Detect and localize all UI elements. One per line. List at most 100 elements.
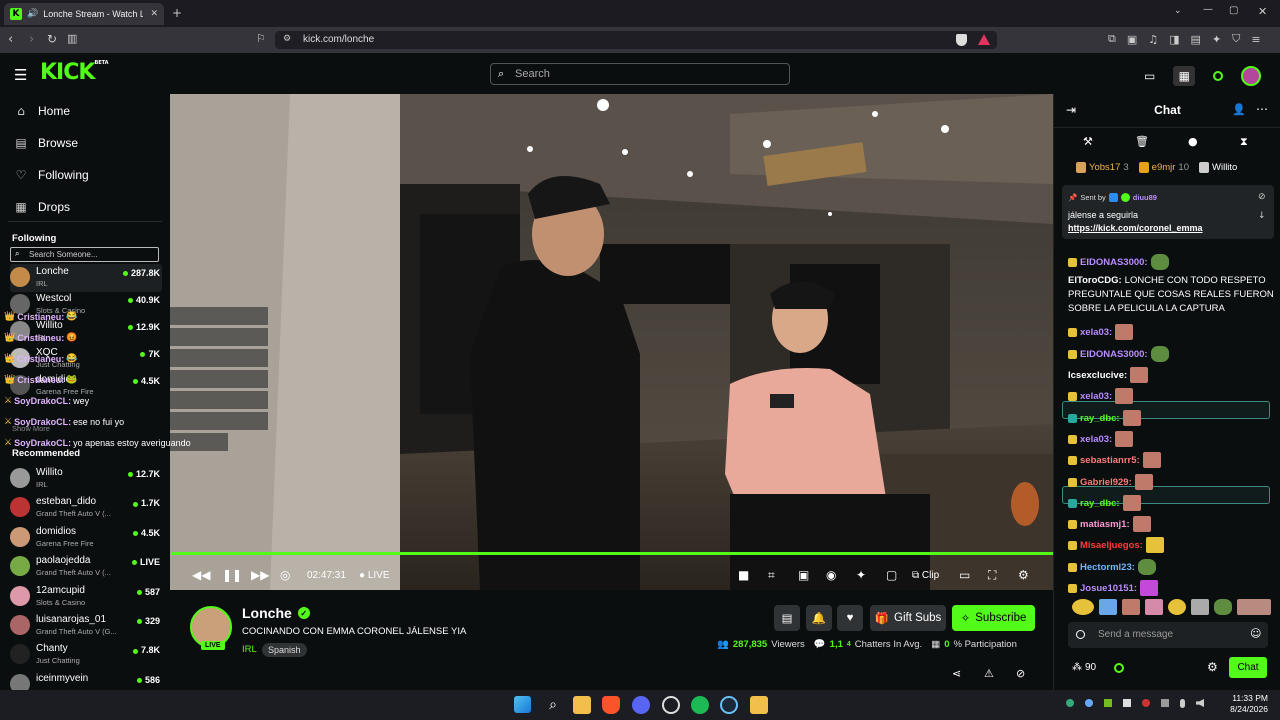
nav-drops[interactable]: ▦ Drops xyxy=(14,200,70,214)
shields-icon[interactable] xyxy=(956,34,967,46)
fullscreen-icon[interactable]: ⛶ xyxy=(988,568,996,583)
volume-icon[interactable] xyxy=(1196,699,1204,707)
settings-icon[interactable]: ⚙ xyxy=(1018,568,1029,582)
recommended-channel[interactable]: Chanty Just Chatting 7.8K xyxy=(10,641,162,669)
hamburger-menu-icon[interactable]: ☰ xyxy=(14,66,27,84)
notes-icon[interactable] xyxy=(750,696,768,714)
chat-username[interactable]: Josue10151: xyxy=(1080,583,1137,594)
kick-points-icon[interactable] xyxy=(1213,71,1224,81)
steam-icon[interactable] xyxy=(720,696,738,714)
search-input[interactable]: Search xyxy=(490,63,790,85)
crop-icon[interactable]: ⌗ xyxy=(768,568,775,583)
chat-username[interactable]: xela03: xyxy=(1080,434,1112,445)
sidebar-icon[interactable]: ◨ xyxy=(1169,32,1179,46)
kick-logo[interactable]: KICKBETA xyxy=(40,60,109,85)
chat-username[interactable]: lcsexclucive: xyxy=(1068,370,1127,381)
slow-mode-icon[interactable]: ⧗ xyxy=(1240,135,1248,149)
chat-username[interactable]: sebastianrr5: xyxy=(1080,455,1140,466)
clip-button[interactable]: ⧉ Clip xyxy=(912,570,939,581)
tray-chip-icon[interactable] xyxy=(1161,699,1169,707)
rewards-icon[interactable] xyxy=(978,34,990,45)
camera-icon[interactable]: ■ xyxy=(738,568,749,582)
pinned-user[interactable]: diuu89 xyxy=(1133,193,1157,202)
more-button[interactable]: ▤ xyxy=(774,605,800,631)
site-info-icon[interactable]: ⚙ xyxy=(283,34,291,44)
minimize-icon[interactable]: — xyxy=(1203,4,1213,15)
recommended-channel[interactable]: Willito IRL 12.7K xyxy=(10,465,162,493)
following-search-input[interactable]: Search Someone... xyxy=(10,247,159,262)
gift-subs-button[interactable]: 🎁 Gift Subs xyxy=(870,605,946,631)
user-avatar[interactable] xyxy=(1241,66,1262,86)
chat-username[interactable]: ray_dbc: xyxy=(1080,413,1120,424)
pause-icon[interactable]: ❚❚ xyxy=(222,568,242,582)
obs-icon[interactable] xyxy=(662,696,680,714)
users-icon[interactable]: 👤 xyxy=(1232,103,1246,116)
recommended-channel[interactable]: paolaojedda Grand Theft Auto V (... LIVE xyxy=(10,553,162,581)
more-options-icon[interactable]: ⋯ xyxy=(1256,102,1268,116)
recommended-channel[interactable]: iceinmyvein 586 xyxy=(10,671,162,690)
chat-username[interactable]: Cristianeu: xyxy=(17,375,64,385)
recommended-channel[interactable]: 12amcupid Slots & Casino 587 xyxy=(10,583,162,611)
video-player[interactable] xyxy=(170,94,1053,590)
chat-username[interactable]: Cristianeu: xyxy=(17,312,64,322)
nav-following[interactable]: ♡ Following xyxy=(14,168,89,182)
chat-username[interactable]: matiasmj1: xyxy=(1080,519,1130,530)
file-explorer-icon[interactable] xyxy=(573,696,591,714)
chat-username[interactable]: ray_dbc: xyxy=(1080,498,1120,509)
chat-username[interactable]: SoyDrakoCL: xyxy=(14,417,71,427)
hide-icon[interactable]: ⊘ xyxy=(1016,667,1025,680)
tray-app-icon[interactable] xyxy=(1123,699,1131,707)
tab-list-icon[interactable]: ⌄ xyxy=(1174,6,1182,16)
reload-icon[interactable]: ↻ xyxy=(47,32,57,46)
emote-icon[interactable] xyxy=(1191,599,1209,615)
chat-username[interactable]: EIDONAS3000: xyxy=(1080,349,1148,360)
notify-button[interactable]: 🔔 xyxy=(806,605,832,631)
back-icon[interactable]: ‹ xyxy=(8,32,13,47)
vpn-icon[interactable]: ⛉ xyxy=(1232,32,1240,46)
url-input[interactable]: kick.com/lonche xyxy=(275,31,997,49)
forward-icon[interactable]: › xyxy=(29,32,34,47)
forward-icon[interactable]: ▶▶ xyxy=(251,568,269,582)
leo-icon[interactable]: ✦ xyxy=(1212,32,1221,46)
maximize-icon[interactable]: ▢ xyxy=(1229,5,1238,16)
emote-only-icon[interactable]: ● xyxy=(1188,135,1198,148)
tray-nvidia-icon[interactable] xyxy=(1104,699,1112,707)
emote-icon[interactable] xyxy=(1214,599,1232,615)
chat-username[interactable]: SoyDrakoCL: xyxy=(14,438,71,448)
following-channel[interactable]: Lonche IRL 287.8K xyxy=(10,264,162,292)
speed-icon[interactable]: ◉ xyxy=(826,568,836,582)
close-tab-icon[interactable]: ✕ xyxy=(150,9,158,19)
stats-icon[interactable]: ▣ xyxy=(798,568,809,582)
language-tag[interactable]: Spanish xyxy=(262,643,307,657)
report-icon[interactable]: ⚠ xyxy=(984,667,994,680)
mod-tools-icon[interactable]: ⚒ xyxy=(1083,135,1093,148)
dashboard-icon[interactable]: ▦ xyxy=(1173,66,1196,86)
recommended-channel[interactable]: luisanarojas_01 Grand Theft Auto V (G... 3… xyxy=(10,612,162,640)
emote-icon[interactable] xyxy=(1237,599,1271,615)
emote-icon[interactable] xyxy=(1072,599,1094,615)
theater-mode-icon[interactable]: ▭ xyxy=(1144,69,1155,83)
nav-browse[interactable]: ▤ Browse xyxy=(14,136,78,150)
emoji-icon[interactable]: ☺ xyxy=(1250,627,1261,640)
chat-username[interactable]: Gabriel929: xyxy=(1080,477,1132,488)
chat-username[interactable]: Misaeljuegos: xyxy=(1080,540,1143,551)
chat-username[interactable]: xela03: xyxy=(1080,391,1112,402)
chat-username[interactable]: SoyDrakoCL: xyxy=(14,396,71,406)
mute-icon[interactable]: ◎ xyxy=(280,568,290,582)
spotify-icon[interactable] xyxy=(691,696,709,714)
emote-icon[interactable] xyxy=(1099,599,1117,615)
unpin-icon[interactable]: ⊘ xyxy=(1258,192,1266,202)
delete-icon[interactable]: 🗑 xyxy=(1135,135,1149,148)
sidebar-toggle-icon[interactable]: ▥ xyxy=(67,32,77,45)
top-gifter[interactable]: Willito xyxy=(1199,162,1240,173)
theater-icon[interactable]: ▭ xyxy=(959,568,970,582)
tray-green-icon[interactable] xyxy=(1066,699,1074,707)
rewind-icon[interactable]: ◀◀ xyxy=(192,568,210,582)
top-gifter[interactable]: e9mjr 10 xyxy=(1138,162,1189,173)
channel-name[interactable]: Lonche xyxy=(242,605,292,621)
expand-icon[interactable]: ↓ xyxy=(1258,211,1266,221)
pinned-link[interactable]: https://kick.com/coronel_emma xyxy=(1068,223,1203,233)
chat-username[interactable]: EIDONAS3000: xyxy=(1080,257,1148,268)
extensions-icon[interactable]: ⧉ xyxy=(1108,32,1116,46)
wallet-icon[interactable]: ▣ xyxy=(1127,32,1137,46)
